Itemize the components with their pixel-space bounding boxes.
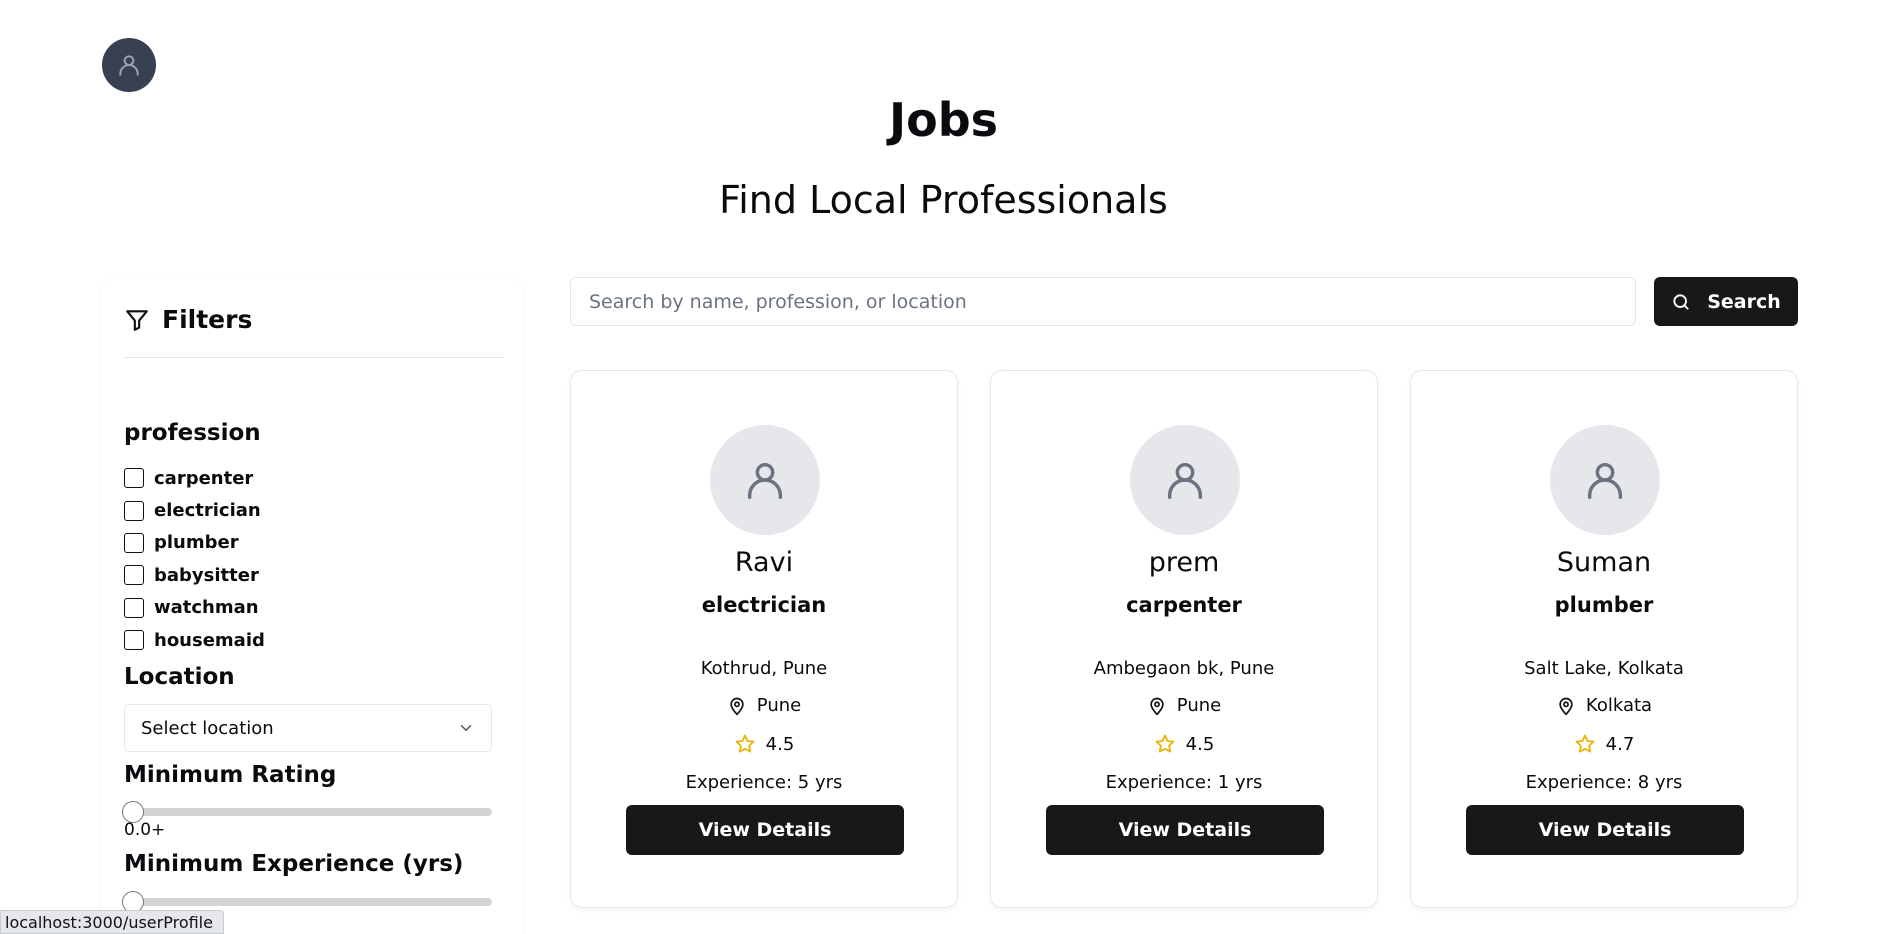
chevron-down-icon [460, 725, 472, 732]
professional-experience: Experience: 1 yrs [1105, 772, 1263, 793]
profession-option-carpenter[interactable]: carpenter [124, 462, 265, 494]
rating-slider-value: 0.0+ [124, 820, 166, 840]
profession-option-label: watchman [154, 597, 259, 619]
profession-option-label: babysitter [154, 564, 259, 586]
star-icon [1575, 734, 1595, 753]
checkbox[interactable] [124, 468, 144, 489]
profession-filter-title: profession [124, 420, 261, 446]
experience-filter-title: Minimum Experience (yrs) [124, 851, 464, 877]
professional-profession: plumber [1554, 593, 1654, 617]
profession-option-housemaid[interactable]: housemaid [124, 624, 265, 656]
professional-rating-value: 4.7 [1605, 733, 1635, 755]
filters-header: Filters [124, 302, 504, 358]
experience-slider[interactable] [122, 891, 492, 913]
search-button[interactable]: Search [1654, 277, 1798, 326]
profession-option-electrician[interactable]: electrician [124, 494, 265, 526]
checkbox[interactable] [124, 565, 144, 586]
profession-checklist: carpenter electrician plumber babysitter… [124, 462, 265, 656]
location-filter-title: Location [124, 664, 235, 690]
professional-address: Kothrud, Pune [700, 658, 828, 679]
professional-experience: Experience: 8 yrs [1525, 772, 1683, 793]
professional-rating: 4.5 [991, 733, 1377, 755]
professional-city-label: Kolkata [1585, 695, 1653, 716]
user-profile-avatar[interactable] [102, 38, 156, 92]
search-icon [1673, 293, 1689, 310]
professional-card: Ravi electrician Kothrud, Pune Pune 4.5 … [570, 370, 958, 908]
professional-profession: electrician [701, 593, 827, 617]
star-icon [735, 734, 755, 753]
professional-rating: 4.5 [571, 733, 957, 755]
search-button-label: Search [1707, 290, 1781, 313]
professional-name: Suman [1556, 547, 1652, 578]
search-input[interactable] [570, 277, 1636, 326]
user-icon [747, 462, 783, 499]
profession-option-label: carpenter [154, 467, 254, 489]
checkbox[interactable] [124, 532, 144, 553]
view-details-button[interactable]: View Details [1466, 805, 1744, 855]
star-icon [1155, 734, 1175, 753]
professional-rating: 4.7 [1411, 733, 1797, 755]
map-pin-icon [1559, 697, 1573, 716]
profession-option-label: electrician [154, 500, 261, 522]
professional-rating-value: 4.5 [1185, 733, 1215, 755]
checkbox[interactable] [124, 630, 144, 651]
professional-address: Ambegaon bk, Pune [1093, 658, 1275, 679]
map-pin-icon [1150, 697, 1164, 716]
view-details-button[interactable]: View Details [626, 805, 904, 855]
profession-option-watchman[interactable]: watchman [124, 592, 265, 624]
filters-title: Filters [162, 305, 253, 334]
profession-option-babysitter[interactable]: babysitter [124, 559, 265, 591]
user-icon [119, 55, 139, 76]
rating-slider[interactable] [122, 801, 492, 823]
view-details-button[interactable]: View Details [1046, 805, 1324, 855]
professional-city: Kolkata [1411, 695, 1797, 716]
professional-city: Pune [991, 695, 1377, 716]
professional-avatar [1550, 425, 1660, 535]
user-icon [1587, 462, 1623, 499]
checkbox[interactable] [124, 597, 144, 618]
location-select[interactable]: Select location [124, 704, 492, 752]
professional-card: Suman plumber Salt Lake, Kolkata Kolkata… [1410, 370, 1798, 908]
profession-option-label: plumber [154, 532, 239, 554]
filter-icon [126, 309, 148, 331]
page-title: Jobs [888, 93, 999, 147]
rating-filter-title: Minimum Rating [124, 762, 337, 788]
page-subtitle: Find Local Professionals [719, 178, 1168, 222]
professional-avatar [710, 425, 820, 535]
professional-city-label: Pune [756, 695, 802, 716]
location-select-value: Select location [141, 717, 274, 739]
professional-city-label: Pune [1176, 695, 1222, 716]
profession-option-plumber[interactable]: plumber [124, 527, 265, 559]
professional-card: prem carpenter Ambegaon bk, Pune Pune 4.… [990, 370, 1378, 908]
profession-option-label: housemaid [154, 629, 265, 651]
user-icon [1167, 462, 1203, 499]
filters-panel: Filters profession carpenter electrician… [102, 280, 524, 934]
status-bar-url: localhost:3000/userProfile [0, 910, 224, 934]
professional-city: Pune [571, 695, 957, 716]
professional-experience: Experience: 5 yrs [685, 772, 843, 793]
professional-address: Salt Lake, Kolkata [1524, 658, 1684, 679]
professional-profession: carpenter [1126, 593, 1242, 617]
checkbox[interactable] [124, 500, 144, 521]
professional-avatar [1130, 425, 1240, 535]
map-pin-icon [730, 697, 744, 716]
professional-name: prem [1148, 547, 1220, 578]
professional-name: Ravi [734, 547, 794, 578]
professional-rating-value: 4.5 [765, 733, 795, 755]
